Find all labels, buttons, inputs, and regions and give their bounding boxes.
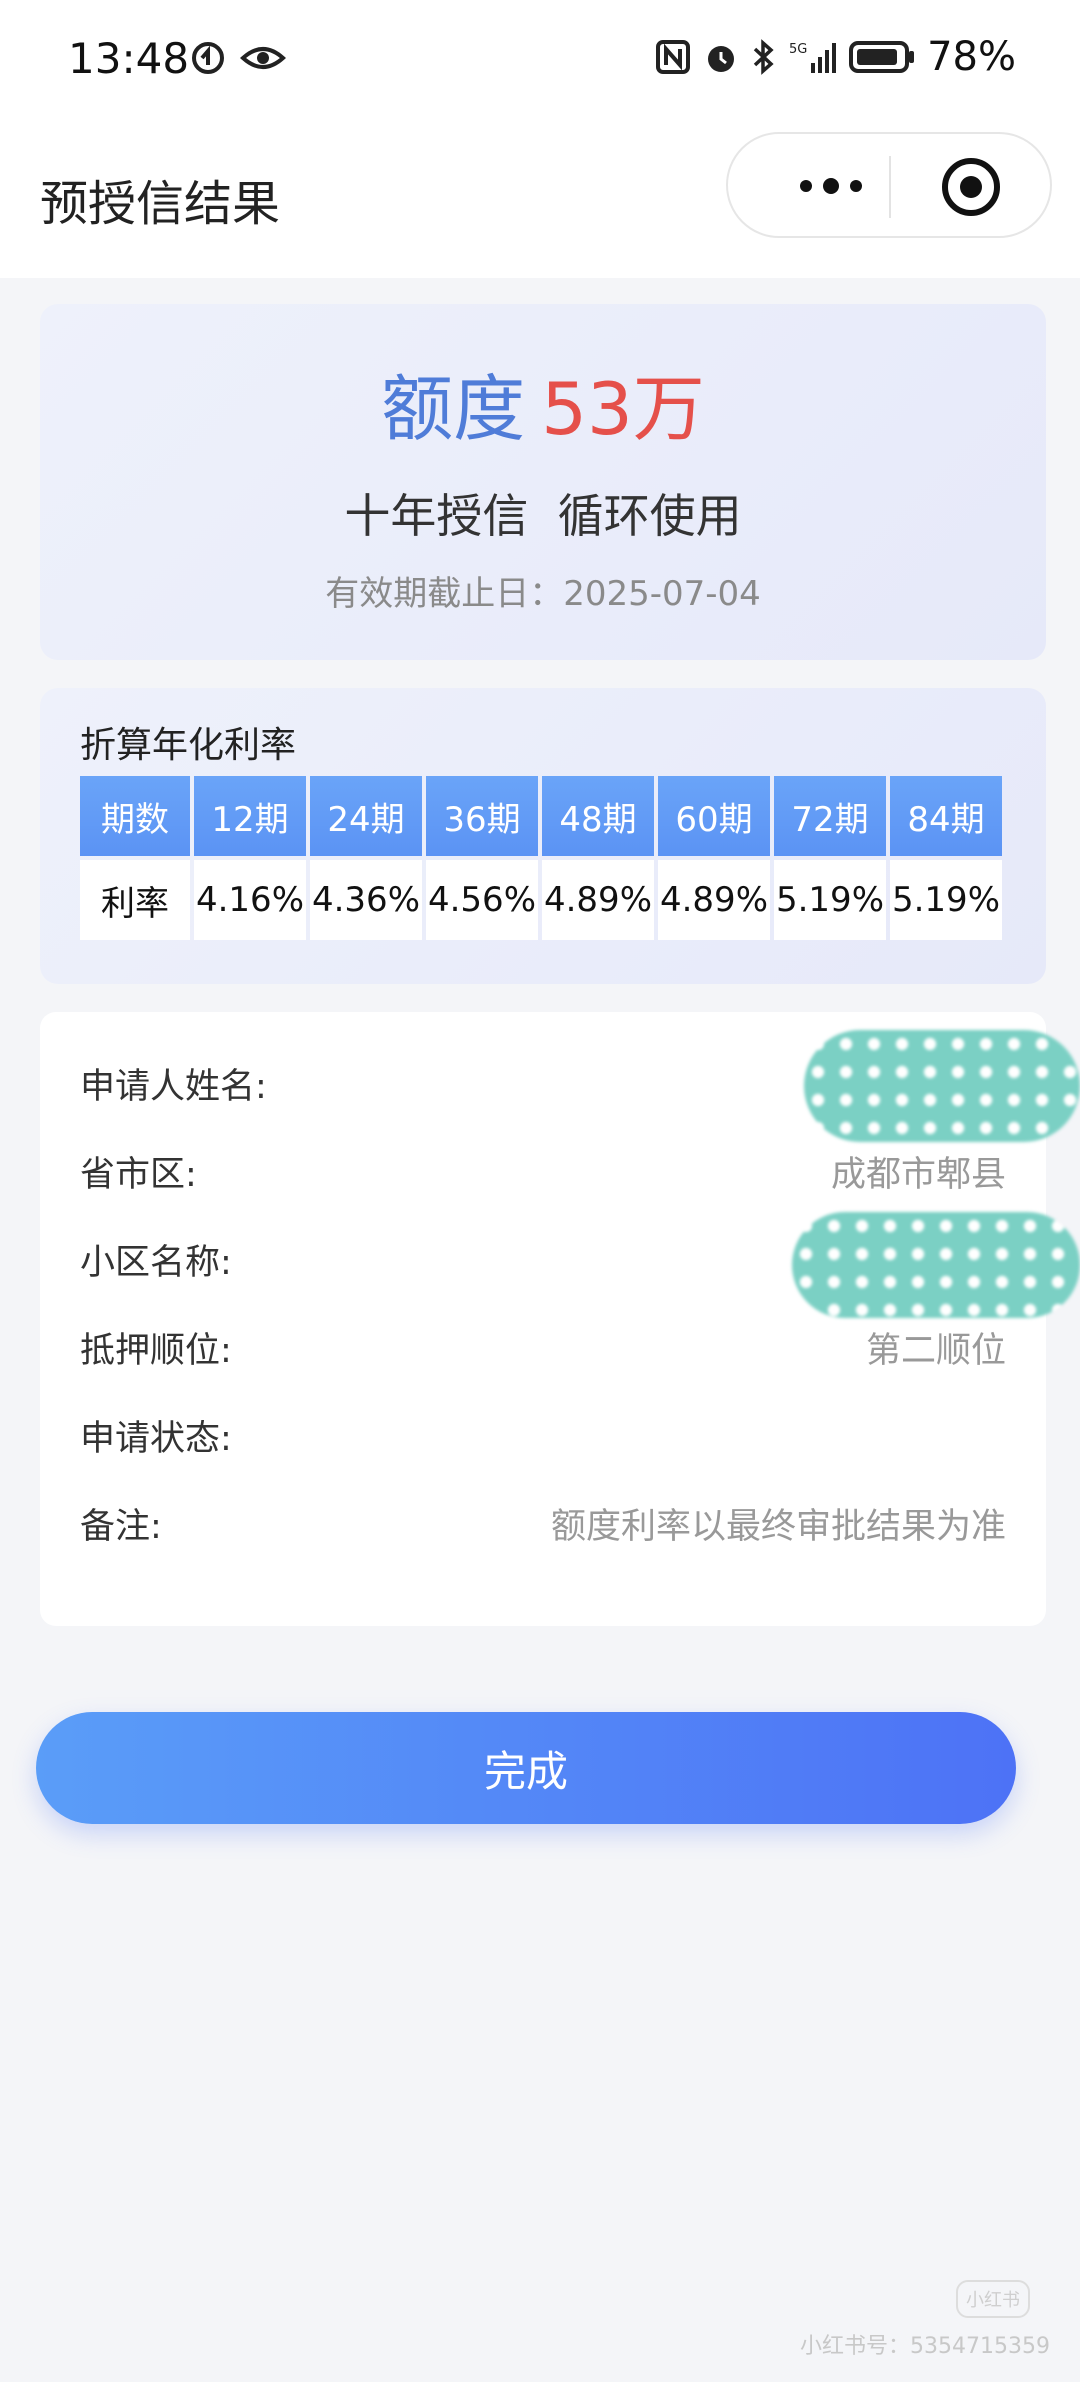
close-button[interactable] (938, 154, 1004, 220)
rate-column: 12期 4.16% (194, 776, 306, 940)
alarm-icon (708, 46, 735, 72)
network-label: 5G (789, 42, 807, 57)
credit-amount-card: 额度 53万 十年授信 循环使用 有效期截止日：2025-07-04 (40, 304, 1046, 660)
nfc-icon (656, 40, 691, 74)
redaction-blur-community (792, 1212, 1080, 1318)
remark-row: 备注: 额度利率以最终审批结果为准 (80, 1498, 1006, 1558)
mortgage-label: 抵押顺位: (80, 1331, 232, 1371)
region-label: 省市区: (80, 1155, 197, 1195)
watermark-logo: 小红书 (956, 2280, 1030, 2318)
battery-percentage: 78% (927, 34, 1016, 80)
expiry-line: 有效期截止日：2025-07-04 (40, 566, 1046, 615)
status-row: 申请状态: (80, 1410, 1006, 1470)
rate-cell: 4.16% (194, 860, 306, 940)
region-value: 成都市郫县 (830, 1155, 1006, 1195)
rate-column: 84期 5.19% (890, 776, 1002, 940)
mortgage-value: 第二顺位 (865, 1331, 1006, 1371)
amount-value: 53万 (541, 367, 705, 451)
rate-column: 60期 4.89% (658, 776, 770, 940)
rate-header-column: 期数 利率 (80, 776, 190, 940)
period-cell: 12期 (194, 776, 306, 856)
rate-cell: 4.36% (310, 860, 422, 940)
mini-program-capsule (726, 132, 1052, 238)
remark-label: 备注: (80, 1507, 162, 1547)
credit-subtitle: 十年授信 循环使用 (344, 489, 742, 543)
notification-icon (192, 42, 224, 74)
rate-column: 72期 5.19% (774, 776, 886, 940)
amount-line: 额度 53万 (40, 350, 1046, 455)
capsule-divider (889, 156, 891, 218)
more-dots-icon (800, 178, 862, 194)
rate-cell: 5.19% (774, 860, 886, 940)
status-label: 申请状态: (80, 1419, 232, 1459)
applicant-label: 申请人姓名: (80, 1067, 267, 1107)
status-bar: 13:48 5G 78% (0, 0, 1080, 124)
period-header: 期数 (80, 776, 190, 856)
rate-cell: 4.89% (658, 860, 770, 940)
done-button[interactable]: 完成 (36, 1712, 1016, 1824)
expiry-label: 有效期截止日： (325, 574, 564, 614)
expiry-date: 2025-07-04 (563, 574, 761, 614)
region-row: 省市区: 成都市郫县 (80, 1146, 1006, 1206)
redaction-blur-name (804, 1030, 1080, 1142)
battery-icon (849, 41, 915, 73)
period-cell: 84期 (890, 776, 1002, 856)
rate-column: 48期 4.89% (542, 776, 654, 940)
community-label: 小区名称: (80, 1243, 232, 1283)
mortgage-row: 抵押顺位: 第二顺位 (80, 1322, 1006, 1382)
rate-header: 利率 (80, 860, 190, 940)
period-cell: 72期 (774, 776, 886, 856)
status-left-icons (190, 40, 286, 76)
rate-table: 期数 利率 12期 4.16% 24期 4.36% 36期 4.56% 48期 … (80, 776, 1002, 940)
remark-value: 额度利率以最终审批结果为准 (550, 1507, 1006, 1547)
target-circle-icon (942, 158, 1000, 216)
rate-column: 24期 4.36% (310, 776, 422, 940)
rate-cell: 4.56% (426, 860, 538, 940)
status-time: 13:48 (68, 34, 190, 83)
page-title: 预授信结果 (40, 176, 281, 232)
period-cell: 36期 (426, 776, 538, 856)
amount-label: 额度 (381, 367, 526, 451)
rate-column: 36期 4.56% (426, 776, 538, 940)
watermark-id: 小红书号：5354715359 (800, 2334, 1050, 2359)
annual-rate-card: 折算年化利率 期数 利率 12期 4.16% 24期 4.36% 36期 4.5… (40, 688, 1046, 984)
eye-icon (240, 47, 286, 69)
rate-cell: 5.19% (890, 860, 1002, 940)
period-cell: 24期 (310, 776, 422, 856)
nav-bar: 预授信结果 (0, 124, 1080, 278)
more-button[interactable] (776, 158, 886, 214)
rate-title: 折算年化利率 (80, 725, 297, 766)
period-cell: 48期 (542, 776, 654, 856)
status-right-icons: 5G 78% (655, 34, 1016, 80)
rate-cell: 4.89% (542, 860, 654, 940)
signal-icon: 5G (789, 42, 837, 73)
period-cell: 60期 (658, 776, 770, 856)
bluetooth-icon (753, 39, 774, 75)
